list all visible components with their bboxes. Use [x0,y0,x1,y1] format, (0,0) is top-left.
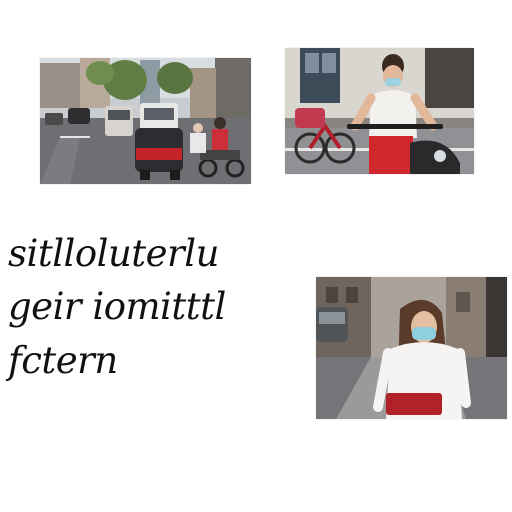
masked-cyclist-illustration [285,48,474,174]
handwritten-text-line-1: sitlloluterlu [8,232,219,275]
handwritten-text-line-2: geir iomitttl [8,285,226,328]
street-traffic-photo [40,58,251,184]
masked-woman-photo [316,277,507,419]
masked-woman-illustration [316,277,507,419]
masked-cyclist-photo [285,48,474,174]
street-traffic-illustration [40,58,251,184]
handwritten-text-line-3: fctern [8,339,118,382]
